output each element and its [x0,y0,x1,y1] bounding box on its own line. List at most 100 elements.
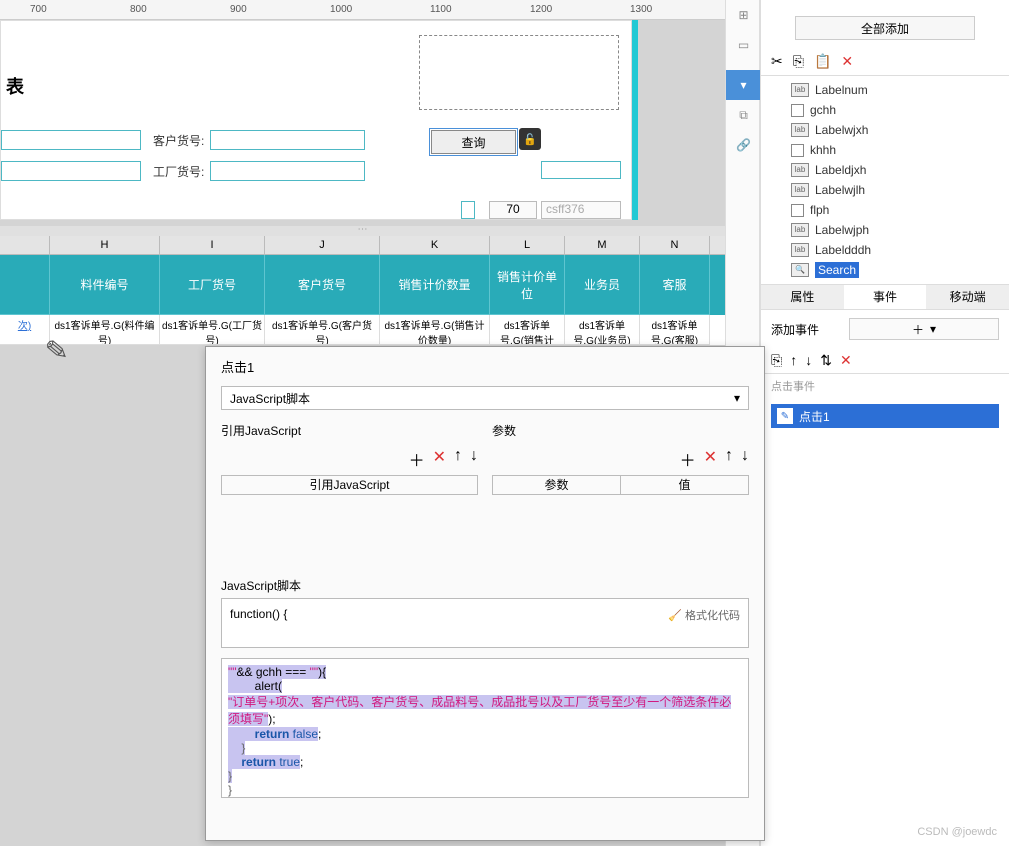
up-icon[interactable]: ↑ [725,447,733,471]
data-cell[interactable]: ds1客诉单号.G(业务员) [565,315,640,345]
event-hint: 点击事件 [761,374,1009,398]
drag-handle[interactable]: ⋯ [0,226,725,236]
input-left-2[interactable] [1,161,141,181]
col-K[interactable]: K [380,236,490,254]
ref-js-list[interactable] [221,495,478,565]
right-panel: 全部添加 ✂ ⎘ 📋 ✕ labLabelnum gchh labLabelwj… [760,0,1009,846]
tree-item-labelwjlh[interactable]: labLabelwjlh [791,180,999,200]
ruler-tick: 900 [230,4,247,15]
lock-icon[interactable]: 🔓 [519,128,541,150]
tree-item-labeldjxh[interactable]: labLabeldjxh [791,160,999,180]
copy-icon[interactable]: ⎘ [793,53,804,70]
add-event-dropdown[interactable]: ＋▾ [849,318,999,340]
selection-outline [419,35,619,110]
ruler-tick: 1200 [530,4,552,15]
pencil-icon: ✎ [44,333,70,368]
add-icon[interactable]: ＋ [680,447,696,471]
header-cell[interactable]: 客户货号 [265,255,380,315]
value-70: 70 [489,201,537,219]
data-cell[interactable]: ds1客诉单号.G(销售计 [490,315,565,345]
header-cell[interactable]: 客服 [640,255,710,315]
col-H[interactable]: H [50,236,160,254]
link-icon[interactable]: 🔗 [726,130,761,160]
event-dialog: 点击1 JavaScript脚本 ▾ 引用JavaScript ＋ ✕ ↑ ↓ … [205,346,765,841]
tree-item-labelwjxh[interactable]: labLabelwjxh [791,120,999,140]
label-customer-no: 客户货号: [153,132,204,149]
remove-icon[interactable]: ✕ [704,447,717,471]
event-item-click1[interactable]: ✎ 点击1 [771,404,999,428]
function-signature: function() { 格式化代码 [221,598,749,648]
header-cell[interactable]: 销售计价单位 [490,255,565,315]
header-cell[interactable]: 销售计价数量 [380,255,490,315]
code-editor[interactable]: ""&& gchh === ""){ alert( "订单号+项次、客户代码、客… [221,658,749,798]
delete-icon[interactable]: ✕ [841,53,853,70]
up-icon[interactable]: ↑ [790,352,797,369]
col-J[interactable]: J [265,236,380,254]
script-type-label: JavaScript脚本 [230,390,310,407]
ruler-tick: 1000 [330,4,352,15]
add-icon[interactable]: ＋ [409,447,425,471]
tree-item-labeldddh[interactable]: labLabeldddh [791,240,999,260]
header-cell[interactable]: 工厂货号 [160,255,265,315]
ref-js-header: 引用JavaScript [221,475,478,495]
params-header: 参数 值 [492,475,749,495]
component-tree: labLabelnum gchh labLabelwjxh khhh labLa… [761,76,1009,284]
cyan-divider [632,20,638,220]
ruler-tick: 1100 [430,4,452,15]
params-list[interactable] [492,495,749,565]
header-cell[interactable]: 业务员 [565,255,640,315]
dropdown-icon[interactable]: ▾ [726,70,761,100]
search-button[interactable]: 查询 [431,130,516,154]
col-M[interactable]: M [565,236,640,254]
params-label: 参数 [492,422,749,439]
format-code-button[interactable]: 格式化代码 [668,607,740,623]
header-row: 料件编号 工厂货号 客户货号 销售计价数量 销售计价单位 业务员 客服 [0,255,725,315]
tree-item-khhh[interactable]: khhh [791,140,999,160]
add-all-button[interactable]: 全部添加 [795,16,975,40]
title-fragment: 表 [6,73,24,99]
tree-item-labelnum[interactable]: labLabelnum [791,80,999,100]
down-icon[interactable]: ↓ [470,447,478,471]
input-customer-no[interactable] [210,130,365,150]
data-row: 次) ds1客诉单号.G(料件编号) ds1客诉单号.G(工厂货号) ds1客诉… [0,315,725,345]
sort-icon[interactable]: ⇅ [820,352,832,369]
horizontal-ruler: 700 800 900 1000 1100 1200 1300 [0,0,725,20]
small-input-1[interactable] [541,161,621,179]
value-csff: csff376 [541,201,621,219]
input-left-1[interactable] [1,130,141,150]
tree-item-gchh[interactable]: gchh [791,100,999,120]
col-L[interactable]: L [490,236,565,254]
cut-icon[interactable]: ✂ [771,53,783,70]
slider-handle[interactable] [461,201,475,219]
down-icon[interactable]: ↓ [741,447,749,471]
rect-icon[interactable]: ▭ [726,30,761,60]
data-cell[interactable]: ds1客诉单号.G(客户货号) [265,315,380,345]
input-factory-no[interactable] [210,161,365,181]
down-icon[interactable]: ↓ [805,352,812,369]
col-N[interactable]: N [640,236,710,254]
tree-item-flph[interactable]: flph [791,200,999,220]
col-I[interactable]: I [160,236,265,254]
tab-events[interactable]: 事件 [844,285,927,309]
tree-item-labelwjph[interactable]: labLabelwjph [791,220,999,240]
delete-event-icon[interactable]: ✕ [840,352,852,369]
edit-event-icon[interactable]: ✎ [777,408,793,424]
search-button-selected[interactable]: 查询 [429,128,518,156]
tab-properties[interactable]: 属性 [761,285,844,309]
js-script-label: JavaScript脚本 [221,577,749,594]
remove-icon[interactable]: ✕ [433,447,446,471]
col-header: 值 [621,476,748,494]
script-type-select[interactable]: JavaScript脚本 ▾ [221,386,749,410]
header-cell[interactable]: 料件编号 [50,255,160,315]
up-icon[interactable]: ↑ [454,447,462,471]
copy-event-icon[interactable]: ⎘ [771,352,782,369]
prefix-cell[interactable]: 次) [0,315,50,345]
tree-item-search[interactable]: 🔍Search [791,260,999,280]
copy-icon[interactable]: ⧉ [726,100,761,130]
data-cell[interactable]: ds1客诉单号.G(工厂货号) [160,315,265,345]
data-cell[interactable]: ds1客诉单号.G(销售计价数量) [380,315,490,345]
paste-icon[interactable]: 📋 [814,53,831,70]
tab-mobile[interactable]: 移动端 [926,285,1009,309]
data-cell[interactable]: ds1客诉单号.G(客服) [640,315,710,345]
grid-icon[interactable]: ⊞ [726,0,761,30]
